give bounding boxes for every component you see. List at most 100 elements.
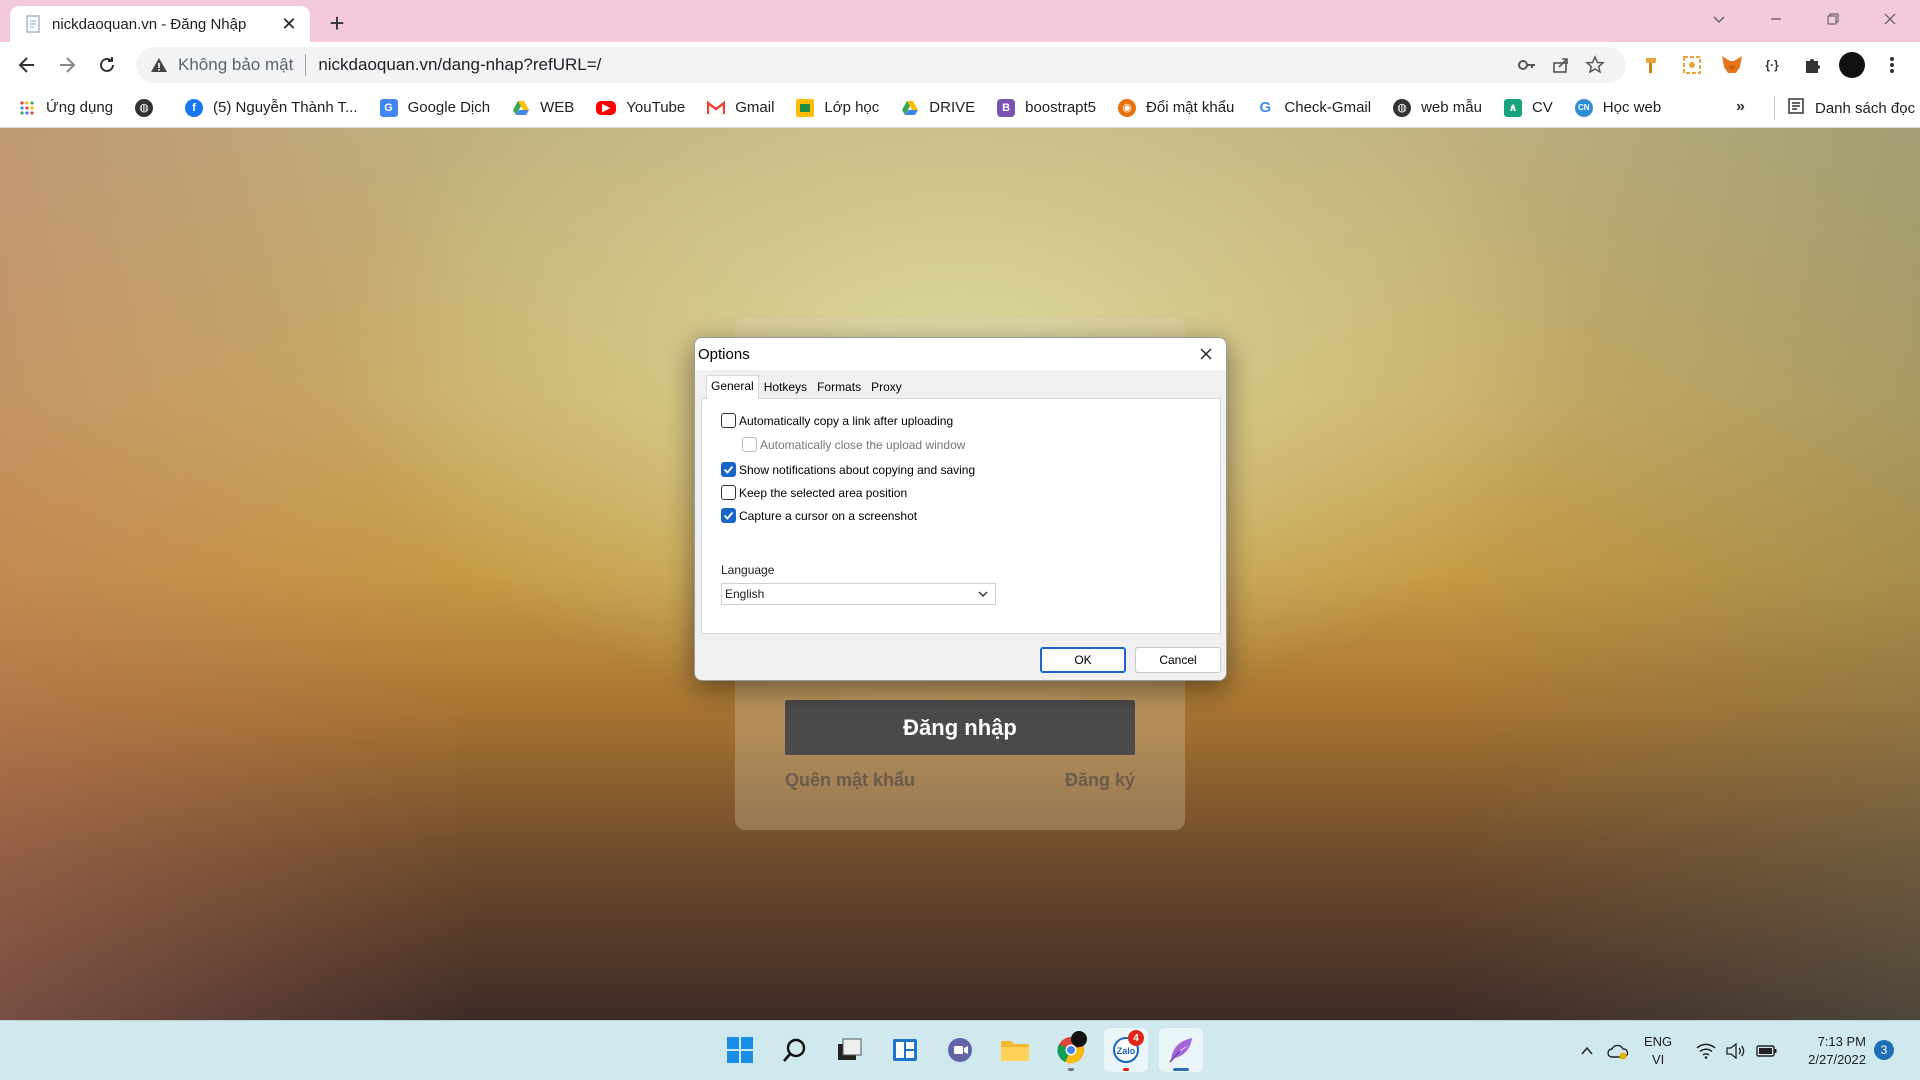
options-dialog: Options General Hotkeys Formats Proxy Au…: [694, 337, 1227, 681]
task-view-button[interactable]: [827, 1028, 871, 1072]
checkbox-checked[interactable]: [721, 462, 736, 477]
back-button[interactable]: [11, 49, 43, 81]
bookmark-globe[interactable]: ◍: [135, 98, 163, 117]
security-label[interactable]: Không bảo mật: [178, 55, 293, 75]
gmail-icon: [707, 99, 726, 117]
password-key-icon[interactable]: [1510, 50, 1544, 80]
input-language-indicator[interactable]: ENG VI: [1644, 1033, 1672, 1069]
checkbox-disabled: [742, 437, 757, 452]
bookmark-facebook[interactable]: f (5) Nguyễn Thành T...: [185, 98, 358, 117]
volume-icon[interactable]: [1722, 1021, 1750, 1080]
option-keep-area-position[interactable]: Keep the selected area position: [721, 485, 907, 500]
reload-button[interactable]: [91, 49, 123, 81]
checkbox-unchecked[interactable]: [721, 413, 736, 428]
extensions-puzzle-icon[interactable]: [1798, 51, 1826, 79]
option-label: Keep the selected area position: [739, 485, 908, 500]
forward-button[interactable]: [51, 49, 83, 81]
checkbox-unchecked[interactable]: [721, 485, 736, 500]
reading-list-icon: [1787, 97, 1805, 119]
general-panel: Automatically copy a link after uploadin…: [701, 398, 1221, 634]
show-hidden-icons-chevron-up-icon[interactable]: [1574, 1021, 1600, 1080]
lightshot-button[interactable]: [1159, 1028, 1203, 1072]
bookmark-web-mau[interactable]: ◍ web mẫu: [1393, 98, 1482, 117]
folder-icon: [1001, 1041, 1029, 1061]
extension-hammer-icon[interactable]: [1638, 51, 1666, 79]
dialog-close-icon[interactable]: [1194, 342, 1218, 366]
tab-search-icon[interactable]: [1691, 0, 1747, 38]
running-indicator: [1068, 1068, 1074, 1071]
url-text[interactable]: nickdaoquan.vn/dang-nhap?refURL=/: [318, 55, 1510, 75]
google-translate-icon: G: [379, 98, 398, 117]
start-button[interactable]: [718, 1028, 762, 1072]
tab-hotkeys[interactable]: Hotkeys: [759, 376, 812, 398]
profile-avatar[interactable]: [1838, 51, 1866, 79]
ok-button[interactable]: OK: [1040, 647, 1126, 673]
chrome-button[interactable]: [1049, 1028, 1093, 1072]
forgot-password-link[interactable]: Quên mật khẩu: [785, 770, 915, 791]
bookmark-label: WEB: [540, 99, 575, 116]
bookmark-label: DRIVE: [929, 99, 976, 116]
check-icon: [723, 465, 734, 474]
notification-count-badge[interactable]: 3: [1874, 1040, 1894, 1060]
bookmark-bootstrap[interactable]: B boostrapt5: [997, 98, 1096, 117]
close-window-button[interactable]: [1862, 0, 1918, 38]
language-select[interactable]: English: [721, 583, 996, 605]
file-explorer-button[interactable]: [993, 1028, 1037, 1072]
bookmark-label: CV: [1531, 99, 1553, 116]
more-menu-icon[interactable]: [1878, 51, 1906, 79]
bookmark-change-password[interactable]: ◉ Đổi mật khẩu: [1118, 98, 1234, 117]
extension-screenshot-icon[interactable]: [1678, 51, 1706, 79]
active-indicator: [1173, 1068, 1189, 1071]
check-icon: [723, 511, 734, 520]
system-clock[interactable]: 7:13 PM 2/27/2022: [1790, 1033, 1866, 1069]
wifi-icon[interactable]: [1692, 1021, 1720, 1080]
chat-icon: [948, 1038, 972, 1062]
bookmark-cv[interactable]: ∧ CV: [1503, 98, 1553, 117]
bookmark-hoc-web[interactable]: CN Học web: [1574, 98, 1661, 117]
bookmark-gmail[interactable]: Gmail: [707, 99, 774, 117]
cv-icon: ∧: [1503, 98, 1522, 117]
zalo-button[interactable]: Zalo 4: [1104, 1028, 1148, 1072]
share-icon[interactable]: [1544, 50, 1578, 80]
restore-button[interactable]: [1805, 0, 1861, 38]
register-link[interactable]: Đăng ký: [1065, 770, 1135, 791]
bookmark-apps[interactable]: Ứng dụng: [18, 99, 113, 117]
minimize-button[interactable]: [1748, 0, 1804, 38]
bookmarks-divider: [1774, 96, 1775, 120]
feather-icon: [1169, 1038, 1192, 1063]
bookmark-google-translate[interactable]: G Google Dịch: [379, 98, 490, 117]
teams-chat-button[interactable]: [938, 1028, 982, 1072]
option-capture-cursor[interactable]: Capture a cursor on a screenshot: [721, 508, 917, 523]
more-bookmarks-button[interactable]: »: [1736, 98, 1745, 116]
bookmark-classroom[interactable]: Lớp học: [796, 98, 879, 117]
login-button[interactable]: Đăng nhập: [785, 700, 1135, 755]
cn-icon: CN: [1574, 98, 1593, 117]
tab-general[interactable]: General: [706, 375, 759, 399]
bookmark-check-gmail[interactable]: G Check-Gmail: [1256, 98, 1371, 117]
bookmark-web[interactable]: WEB: [512, 99, 574, 117]
option-show-notifications[interactable]: Show notifications about copying and sav…: [721, 462, 975, 477]
widgets-button[interactable]: [883, 1028, 927, 1072]
address-bar[interactable]: Không bảo mật nickdaoquan.vn/dang-nhap?r…: [136, 47, 1626, 83]
tab-proxy[interactable]: Proxy: [866, 376, 907, 398]
onedrive-cloud-icon[interactable]: [1603, 1021, 1633, 1080]
bookmark-star-icon[interactable]: [1578, 50, 1612, 80]
bookmark-drive[interactable]: DRIVE: [901, 99, 975, 117]
option-auto-copy-link[interactable]: Automatically copy a link after uploadin…: [721, 413, 953, 428]
new-tab-button[interactable]: +: [322, 8, 352, 38]
omnibox-divider: [305, 54, 307, 76]
bookmark-youtube[interactable]: ▶ YouTube: [596, 99, 685, 116]
metamask-fox-icon[interactable]: [1718, 51, 1746, 79]
search-button[interactable]: [773, 1028, 817, 1072]
bookmark-label: Gmail: [735, 99, 775, 116]
extension-json-icon[interactable]: {·}: [1758, 51, 1786, 79]
apps-grid-icon: [18, 99, 36, 117]
checkbox-checked[interactable]: [721, 508, 736, 523]
cancel-button[interactable]: Cancel: [1135, 647, 1221, 673]
browser-tab[interactable]: nickdaoquan.vn - Đăng Nhập ✕: [10, 6, 310, 42]
arrow-right-icon: [60, 57, 76, 73]
tab-close-icon[interactable]: ✕: [278, 13, 300, 35]
tab-formats[interactable]: Formats: [812, 376, 866, 398]
battery-icon[interactable]: [1752, 1021, 1782, 1080]
reading-list-button[interactable]: Danh sách đọc: [1774, 96, 1915, 120]
